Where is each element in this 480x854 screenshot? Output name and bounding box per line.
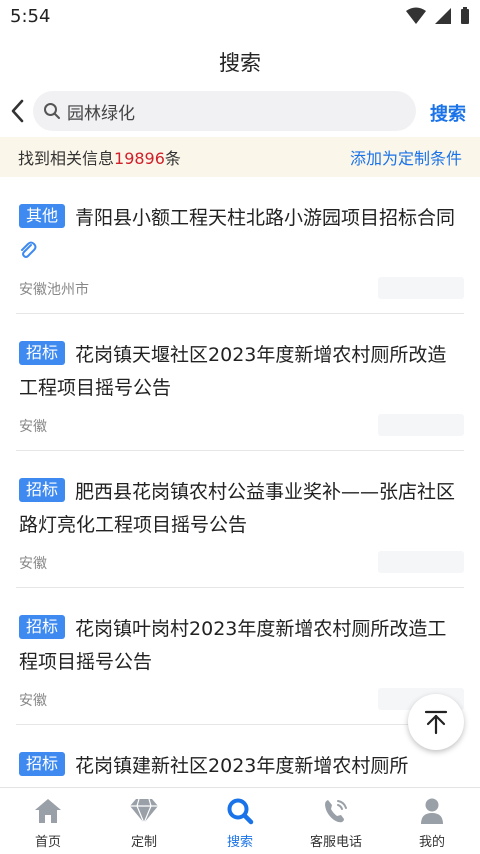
user-icon xyxy=(417,796,447,826)
nav-home[interactable]: 首页 xyxy=(0,788,96,854)
category-tag: 招标 xyxy=(19,478,66,502)
category-tag: 其他 xyxy=(19,204,66,228)
results-prefix: 找到相关信息 xyxy=(18,149,115,168)
item-title-block: 招标 肥西县花岗镇农村公益事业奖补——张店社区路灯亮化工程项目摇号公告 xyxy=(19,476,465,542)
add-custom-condition-link[interactable]: 添加为定制条件 xyxy=(350,145,462,169)
item-title-block: 招标 花岗镇建新社区2023年度新增农村厕所 xyxy=(19,750,465,783)
item-title-block: 其他 青阳县小额工程天柱北路小游园项目招标合同 xyxy=(19,202,465,268)
item-region: 安徽 xyxy=(19,693,47,709)
results-count-text: 找到相关信息19896条 xyxy=(18,145,181,169)
arrow-up-icon xyxy=(424,710,448,735)
status-bar: 5:54 xyxy=(0,0,480,36)
item-region: 安徽 xyxy=(19,556,47,572)
results-suffix: 条 xyxy=(164,149,181,168)
search-row: 搜索 xyxy=(0,88,480,136)
item-date-placeholder xyxy=(378,277,464,299)
result-list: 其他 青阳县小额工程天柱北路小游园项目招标合同 安徽池州市 招标 花岗镇天堰社区20… xyxy=(0,177,480,787)
list-item[interactable]: 招标 花岗镇叶岗村2023年度新增农村厕所改造工程项目摇号公告 安徽 xyxy=(16,588,464,725)
category-tag: 招标 xyxy=(19,752,66,776)
bottom-nav: 首页 定制 搜索 客服电话 我的 xyxy=(0,787,480,854)
item-title-block: 招标 花岗镇天堰社区2023年度新增农村厕所改造工程项目摇号公告 xyxy=(19,339,465,405)
search-box[interactable] xyxy=(33,91,416,131)
category-tag: 招标 xyxy=(19,615,66,639)
title-bar: 搜索 xyxy=(0,36,480,88)
nav-custom[interactable]: 定制 xyxy=(96,788,192,854)
search-input[interactable] xyxy=(67,101,387,121)
item-date-placeholder xyxy=(378,551,464,573)
back-button[interactable] xyxy=(6,96,28,126)
page-title: 搜索 xyxy=(219,51,261,75)
back-to-top-button[interactable] xyxy=(408,694,464,750)
nav-mine[interactable]: 我的 xyxy=(384,788,480,854)
chevron-left-icon xyxy=(11,99,24,123)
item-title-block: 招标 花岗镇叶岗村2023年度新增农村厕所改造工程项目摇号公告 xyxy=(19,613,465,679)
attachment-icon xyxy=(21,241,37,258)
list-item[interactable]: 招标 花岗镇天堰社区2023年度新增农村厕所改造工程项目摇号公告 安徽 xyxy=(16,314,464,451)
item-region: 安徽 xyxy=(19,419,47,435)
results-count: 19896 xyxy=(114,149,165,168)
home-icon xyxy=(33,796,63,826)
category-tag: 招标 xyxy=(19,341,66,365)
list-item[interactable]: 招标 花岗镇建新社区2023年度新增农村厕所 xyxy=(16,725,464,787)
phone-icon xyxy=(321,796,351,826)
item-title: 青阳县小额工程天柱北路小游园项目招标合同 xyxy=(75,207,456,229)
item-title: 花岗镇建新社区2023年度新增农村厕所 xyxy=(75,755,409,777)
list-item[interactable]: 其他 青阳县小额工程天柱北路小游园项目招标合同 安徽池州市 xyxy=(16,177,464,314)
item-title: 花岗镇叶岗村2023年度新增农村厕所改造工程项目摇号公告 xyxy=(19,618,447,673)
battery-icon xyxy=(461,7,469,24)
status-time: 5:54 xyxy=(10,6,51,27)
status-icons xyxy=(406,7,470,25)
nav-search-label: 搜索 xyxy=(226,835,253,850)
results-info-bar: 找到相关信息19896条 添加为定制条件 xyxy=(0,137,480,177)
nav-search[interactable]: 搜索 xyxy=(192,788,288,854)
item-title: 花岗镇天堰社区2023年度新增农村厕所改造工程项目摇号公告 xyxy=(19,344,447,399)
nav-phone-label: 客服电话 xyxy=(309,835,362,850)
item-date-placeholder xyxy=(378,414,464,436)
item-region: 安徽池州市 xyxy=(19,282,89,298)
item-title: 肥西县花岗镇农村公益事业奖补——张店社区路灯亮化工程项目摇号公告 xyxy=(19,481,456,536)
nav-custom-label: 定制 xyxy=(130,835,157,850)
search-icon xyxy=(44,103,60,119)
nav-phone[interactable]: 客服电话 xyxy=(288,788,384,854)
signal-icon xyxy=(435,8,451,24)
wifi-icon xyxy=(406,7,426,24)
list-item[interactable]: 招标 肥西县花岗镇农村公益事业奖补——张店社区路灯亮化工程项目摇号公告 安徽 xyxy=(16,451,464,588)
nav-mine-label: 我的 xyxy=(418,835,445,850)
nav-home-label: 首页 xyxy=(34,835,61,850)
search-nav-icon xyxy=(225,796,255,826)
diamond-icon xyxy=(129,796,159,826)
search-button[interactable]: 搜索 xyxy=(430,100,466,126)
